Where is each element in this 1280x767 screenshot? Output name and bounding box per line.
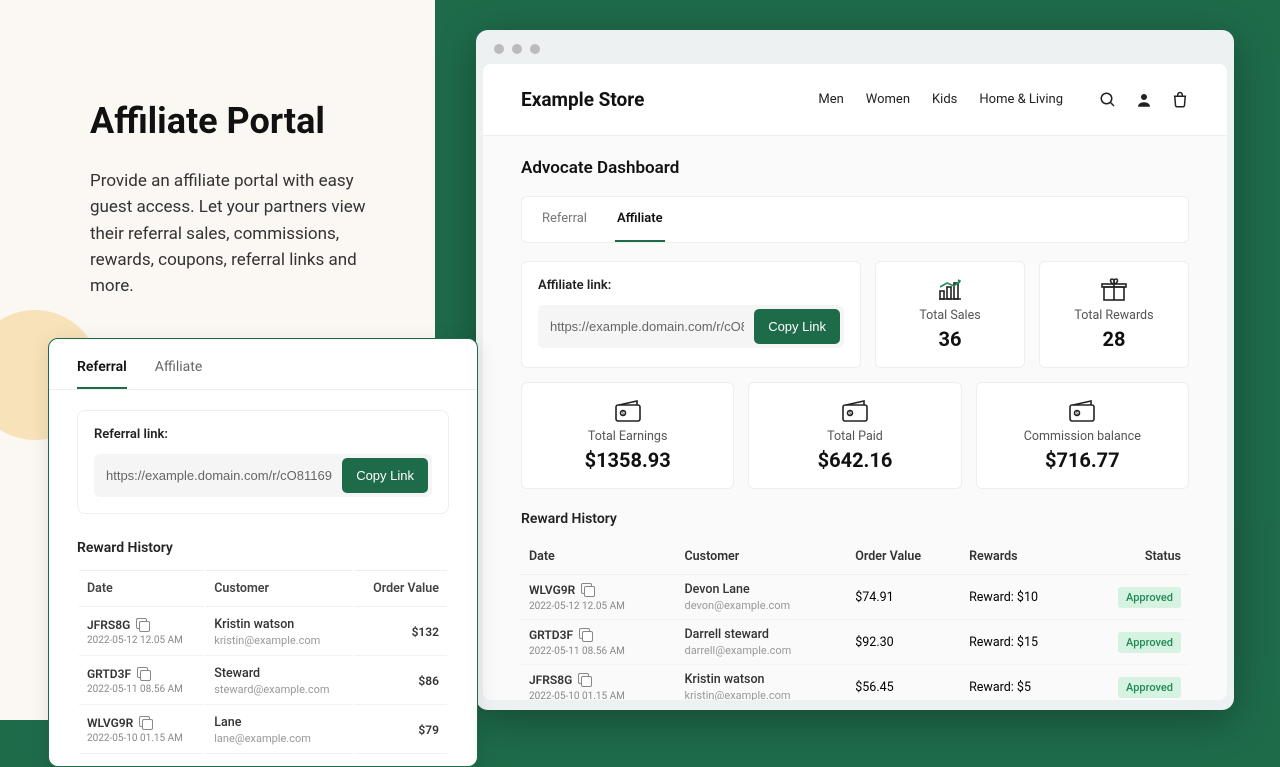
window-controls xyxy=(476,30,1234,64)
col-order-value: Order Value xyxy=(847,539,961,575)
table-row: JFRS8G2022-05-12 12.05 AM Kristin watson… xyxy=(79,609,447,656)
total-paid-label: Total Paid xyxy=(765,429,944,444)
copy-icon[interactable] xyxy=(136,618,150,632)
reward-history-table: Date Customer Order Value JFRS8G2022-05-… xyxy=(77,568,449,756)
tab-referral[interactable]: Referral xyxy=(540,197,589,242)
col-status: Status xyxy=(1079,539,1189,575)
affiliate-link-label: Affiliate link: xyxy=(538,278,844,293)
user-icon[interactable] xyxy=(1135,91,1153,109)
referral-preview-card: Referral Affiliate Referral link: Copy L… xyxy=(48,338,478,767)
page-description: Provide an affiliate portal with easy gu… xyxy=(90,168,385,300)
table-row: GRTD3F2022-05-11 08.56 AM Stewardsteward… xyxy=(79,658,447,705)
col-customer: Customer xyxy=(677,539,848,575)
nav-kids[interactable]: Kids xyxy=(932,92,957,107)
wallet-icon: $ xyxy=(538,399,717,423)
page-title: Affiliate Portal xyxy=(90,100,385,142)
col-rewards: Rewards xyxy=(961,539,1079,575)
referral-link-label: Referral link: xyxy=(94,427,432,442)
copy-icon[interactable] xyxy=(581,583,595,597)
chart-icon xyxy=(892,278,1008,302)
reward-history-heading: Reward History xyxy=(77,540,449,556)
svg-text:$: $ xyxy=(1076,410,1079,417)
commission-balance-label: Commission balance xyxy=(993,429,1172,444)
nav-home-living[interactable]: Home & Living xyxy=(979,92,1063,107)
wallet-icon: $ xyxy=(765,399,944,423)
search-icon[interactable] xyxy=(1099,91,1117,109)
total-paid-value: $642.16 xyxy=(765,448,944,472)
copy-icon[interactable] xyxy=(578,673,592,687)
col-order-value: Order Value xyxy=(355,570,447,607)
nav-men[interactable]: Men xyxy=(818,92,843,107)
total-earnings-label: Total Earnings xyxy=(538,429,717,444)
col-date: Date xyxy=(79,570,204,607)
referral-link-input[interactable] xyxy=(106,468,332,483)
tab-affiliate[interactable]: Affiliate xyxy=(155,359,203,389)
copy-link-button[interactable]: Copy Link xyxy=(754,309,840,344)
cart-icon[interactable] xyxy=(1171,91,1189,109)
wallet-icon: $ xyxy=(993,399,1172,423)
table-row: WLVG9R2022-05-12 12.05 AM Devon Lanedevo… xyxy=(521,575,1189,620)
status-badge: Approved xyxy=(1118,587,1181,608)
dashboard-title: Advocate Dashboard xyxy=(521,158,1189,178)
col-customer: Customer xyxy=(206,570,353,607)
status-badge: Approved xyxy=(1118,677,1181,698)
browser-window: Example Store Men Women Kids Home & Livi… xyxy=(476,30,1234,710)
svg-text:$: $ xyxy=(621,410,624,417)
copy-link-button[interactable]: Copy Link xyxy=(342,458,428,493)
gift-icon xyxy=(1056,278,1172,302)
reward-history-heading: Reward History xyxy=(521,511,1189,527)
total-sales-label: Total Sales xyxy=(892,308,1008,323)
affiliate-link-input[interactable] xyxy=(550,319,744,334)
status-badge: Approved xyxy=(1118,632,1181,653)
total-rewards-value: 28 xyxy=(1056,327,1172,351)
copy-icon[interactable] xyxy=(137,667,151,681)
col-date: Date xyxy=(521,539,677,575)
table-row: GRTD3F2022-05-11 08.56 AM Darrell stewar… xyxy=(521,620,1189,665)
total-sales-value: 36 xyxy=(892,327,1008,351)
reward-history-table: Date Customer Order Value Rewards Status… xyxy=(521,539,1189,700)
total-earnings-value: $1358.93 xyxy=(538,448,717,472)
table-row: WLVG9R2022-05-10 01.15 AM Lanelane@examp… xyxy=(79,707,447,754)
svg-text:$: $ xyxy=(849,410,852,417)
total-rewards-label: Total Rewards xyxy=(1056,308,1172,323)
commission-balance-value: $716.77 xyxy=(993,448,1172,472)
tab-referral[interactable]: Referral xyxy=(77,359,127,389)
tab-affiliate[interactable]: Affiliate xyxy=(615,197,665,242)
nav-women[interactable]: Women xyxy=(866,92,910,107)
store-name: Example Store xyxy=(521,88,644,111)
table-row: JFRS8G2022-05-10 01.15 AM Kristin watson… xyxy=(521,665,1189,701)
copy-icon[interactable] xyxy=(579,628,593,642)
copy-icon[interactable] xyxy=(139,716,153,730)
